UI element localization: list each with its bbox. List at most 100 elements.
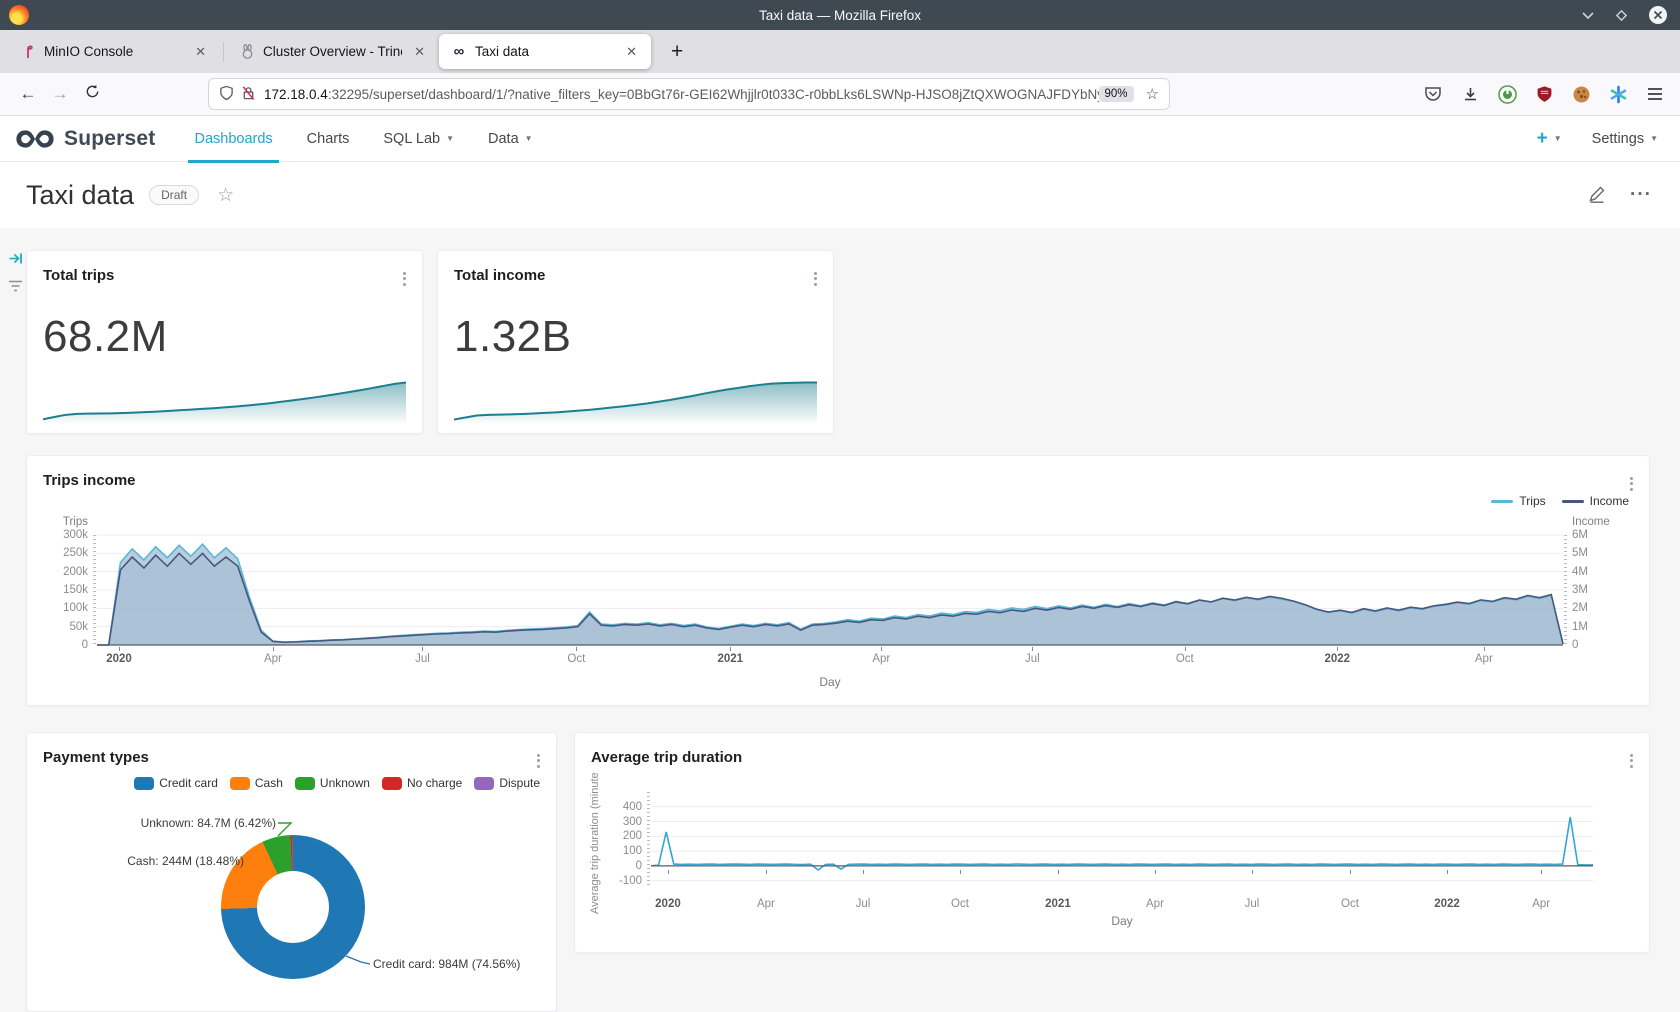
tab-close-icon[interactable]: ✕: [410, 42, 429, 62]
x-axis-title: Day: [97, 675, 1563, 689]
settings-menu[interactable]: Settings▼: [1592, 131, 1658, 147]
edit-pencil-icon[interactable]: [1588, 185, 1606, 206]
panel-title: Payment types: [43, 749, 540, 766]
trino-icon: [239, 44, 255, 60]
superset-navbar: Superset Dashboards Charts SQL Lab▼ Data▼ +…: [0, 116, 1680, 162]
legend-item[interactable]: Trips: [1491, 494, 1545, 508]
kebab-menu-icon[interactable]: [1628, 749, 1635, 772]
kebab-menu-icon[interactable]: [401, 267, 408, 290]
browser-tab[interactable]: ∞ Taxi data ✕: [439, 34, 651, 69]
axis-tick-mark: [1058, 870, 1059, 874]
axis-tick-label: Apr: [1532, 892, 1550, 910]
axis-tick-label: 5M: [1572, 547, 1588, 559]
axis-tick-label: Oct: [1176, 647, 1194, 665]
nav-item-sql-lab[interactable]: SQL Lab▼: [383, 116, 454, 162]
browser-tab[interactable]: MinIO Console ✕: [8, 34, 220, 69]
axis-tick-label: 2022: [1324, 647, 1350, 665]
new-tab-button[interactable]: +: [663, 40, 691, 64]
insecure-lock-icon[interactable]: [241, 85, 256, 104]
total-trips-sparkline: [43, 379, 406, 423]
axis-tick-label: Apr: [1475, 647, 1493, 665]
dashboard-title: Taxi data: [26, 180, 134, 211]
maximize-icon[interactable]: [1615, 9, 1628, 22]
add-button[interactable]: +▼: [1537, 128, 1562, 150]
axis-tick-label: 1M: [1572, 621, 1588, 633]
tab-title: MinIO Console: [44, 44, 183, 59]
superset-icon: ∞: [451, 44, 467, 60]
x-axis-title: Day: [651, 914, 1593, 928]
axis-tick-mark: [1541, 870, 1542, 874]
kebab-menu-icon[interactable]: [1628, 472, 1635, 495]
tab-strip: MinIO Console✕Cluster Overview - Trino✕∞…: [0, 30, 1680, 73]
extension-blue-asterisk-icon[interactable]: [1607, 83, 1629, 105]
axis-tick-mark: [960, 870, 961, 874]
legend-item[interactable]: Dispute: [474, 776, 540, 790]
shield-icon[interactable]: [219, 85, 234, 104]
url-text: 172.18.0.4:32295/superset/dashboard/1/?n…: [264, 87, 1099, 102]
dashboard-content: Total trips 68.2M Total income 1.32B Tri…: [0, 228, 1680, 1012]
more-actions-icon[interactable]: ···: [1630, 184, 1652, 206]
menu-icon[interactable]: [1644, 83, 1666, 105]
legend-item[interactable]: No charge: [382, 776, 462, 790]
expand-filter-bar-icon[interactable]: [7, 250, 23, 266]
kebab-menu-icon[interactable]: [812, 267, 819, 290]
favorite-star-icon[interactable]: ☆: [217, 184, 234, 207]
url-host: 172.18.0.4: [264, 87, 328, 102]
trips-income-panel: Trips income TripsIncome Trips 300k250k2…: [26, 455, 1650, 706]
axis-tick-mark: [863, 870, 864, 874]
left-axis-ticks: 4003002001000-100: [591, 792, 651, 888]
legend-label: No charge: [407, 776, 462, 790]
bookmark-star-icon[interactable]: ☆: [1146, 85, 1159, 103]
ublock-icon[interactable]: [1533, 83, 1555, 105]
tab-close-icon[interactable]: ✕: [622, 42, 641, 62]
legend-item[interactable]: Cash: [230, 776, 283, 790]
x-axis-labels: 2020AprJulOct2021AprJulOct2022Apr: [97, 647, 1563, 671]
superset-logo[interactable]: Superset: [14, 127, 155, 151]
extension-green-icon[interactable]: [1496, 83, 1518, 105]
legend-item[interactable]: Credit card: [134, 776, 218, 790]
plot-area: 2020AprJulOct2021AprJulOct2022Apr Day: [97, 535, 1563, 645]
legend-item[interactable]: Income: [1562, 494, 1629, 508]
pocket-icon[interactable]: [1422, 83, 1444, 105]
superset-infinity-icon: [14, 127, 56, 151]
url-bar[interactable]: 172.18.0.4:32295/superset/dashboard/1/?n…: [208, 78, 1170, 110]
axis-tick-label: 300k: [63, 529, 88, 541]
downloads-icon[interactable]: [1459, 83, 1481, 105]
close-icon[interactable]: [1648, 5, 1668, 25]
legend-label: Income: [1590, 494, 1629, 508]
axis-tick-label: 2022: [1434, 892, 1460, 910]
filter-icon[interactable]: [7, 278, 23, 294]
axis-tick-label: 2M: [1572, 602, 1588, 614]
payment-types-panel: Payment types Credit card Cash Unknown No c…: [26, 732, 557, 1012]
legend-label: Dispute: [499, 776, 540, 790]
browser-toolbar: ← → 172.18.0.4:32295/superset/dashboard/…: [0, 73, 1680, 116]
axis-tick-label: 100: [623, 845, 642, 857]
axis-tick-label: 400: [623, 801, 642, 813]
forward-button[interactable]: →: [44, 84, 76, 104]
tab-title: Taxi data: [475, 44, 614, 59]
back-button[interactable]: ←: [12, 84, 44, 104]
axis-tick-label: 50k: [69, 621, 88, 633]
axis-tick-label: 2020: [106, 647, 132, 665]
kebab-menu-icon[interactable]: [535, 749, 542, 772]
axis-tick-label: Jul: [415, 647, 430, 665]
minimize-icon[interactable]: [1581, 10, 1595, 20]
axis-tick-mark: [1252, 870, 1253, 874]
nav-item-charts[interactable]: Charts: [307, 116, 350, 162]
nav-item-label: Charts: [307, 131, 350, 147]
legend-item[interactable]: Unknown: [295, 776, 370, 790]
axis-tick-label: 6M: [1572, 529, 1588, 541]
tab-close-icon[interactable]: ✕: [191, 42, 210, 62]
cookie-icon[interactable]: [1570, 83, 1592, 105]
reload-button[interactable]: [76, 84, 108, 104]
url-path: :32295/superset/dashboard/1/?native_filt…: [328, 87, 1099, 102]
nav-item-dashboards[interactable]: Dashboards: [194, 116, 272, 162]
nav-item-data[interactable]: Data▼: [488, 116, 533, 162]
left-axis-minor-ticks: [647, 792, 650, 888]
zoom-level-badge[interactable]: 90%: [1099, 86, 1134, 102]
trips-income-chart: Trips 300k250k200k150k100k50k0 2020AprJu…: [43, 535, 1633, 645]
browser-tab[interactable]: Cluster Overview - Trino✕: [227, 34, 439, 69]
axis-tick-label: Apr: [757, 892, 775, 910]
total-income-value: 1.32B: [454, 312, 817, 362]
total-trips-card: Total trips 68.2M: [26, 250, 423, 434]
